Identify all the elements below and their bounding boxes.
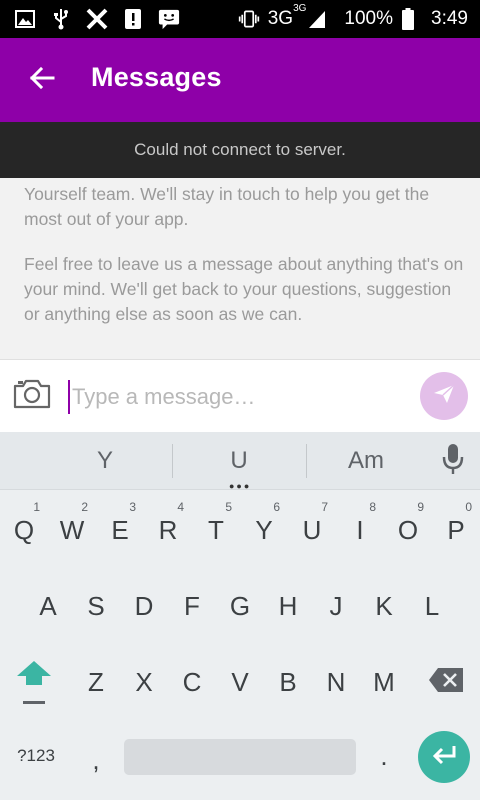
banner-text: Could not connect to server. bbox=[134, 140, 346, 159]
image-icon bbox=[14, 8, 36, 30]
vibrate-icon bbox=[238, 8, 260, 30]
key-label: U bbox=[302, 514, 322, 545]
suggestion-strip: Y U ●●● Am bbox=[0, 432, 480, 491]
welcome-message-paragraph: Feel free to leave us a message about an… bbox=[24, 254, 464, 324]
comma-key[interactable]: , bbox=[72, 724, 120, 796]
key-d[interactable]: D bbox=[120, 570, 168, 642]
key-hint: 4 bbox=[177, 500, 184, 514]
key-hint: 3 bbox=[129, 500, 136, 514]
key-s[interactable]: S bbox=[72, 570, 120, 642]
key-label: T bbox=[208, 514, 224, 545]
usb-icon bbox=[50, 8, 72, 30]
key-hint: 7 bbox=[321, 500, 328, 514]
key-p[interactable]: P0 bbox=[432, 494, 480, 566]
symbols-key[interactable]: ?123 bbox=[8, 720, 64, 792]
key-f[interactable]: F bbox=[168, 570, 216, 642]
key-h[interactable]: H bbox=[264, 570, 312, 642]
key-u[interactable]: U7 bbox=[288, 494, 336, 566]
enter-key[interactable] bbox=[418, 731, 470, 783]
battery-percent: 100% bbox=[344, 8, 394, 29]
notification-icons bbox=[14, 7, 180, 31]
shift-arrow-icon bbox=[16, 660, 52, 691]
key-l[interactable]: L bbox=[408, 570, 456, 642]
send-button[interactable] bbox=[420, 372, 468, 420]
more-suggestions-indicator: ●●● bbox=[229, 481, 252, 491]
key-t[interactable]: T5 bbox=[192, 494, 240, 566]
key-label: Q bbox=[13, 514, 35, 545]
x-icon bbox=[86, 8, 108, 30]
key-label: I bbox=[356, 514, 364, 545]
page-title: Messages bbox=[91, 62, 222, 92]
enter-arrow-icon bbox=[430, 744, 458, 771]
key-b[interactable]: B bbox=[264, 646, 312, 718]
key-v[interactable]: V bbox=[216, 646, 264, 718]
key-q[interactable]: Q1 bbox=[0, 494, 48, 566]
camera-icon bbox=[12, 379, 52, 414]
key-e[interactable]: E3 bbox=[96, 494, 144, 566]
key-hint: 8 bbox=[369, 500, 376, 514]
chat-icon bbox=[158, 8, 180, 30]
network-type: 3G3G bbox=[267, 2, 307, 29]
backspace-icon bbox=[428, 667, 464, 698]
caps-indicator bbox=[23, 701, 45, 704]
backspace-key[interactable] bbox=[422, 658, 470, 706]
key-g[interactable]: G bbox=[216, 570, 264, 642]
suggestion-divider bbox=[306, 444, 307, 478]
key-hint: 5 bbox=[225, 500, 232, 514]
key-m[interactable]: M bbox=[360, 646, 408, 718]
camera-button[interactable] bbox=[12, 378, 52, 412]
message-list[interactable]: Yourself team. We'll stay in touch to he… bbox=[0, 178, 480, 359]
alert-icon bbox=[122, 8, 144, 30]
period-key[interactable]: . bbox=[360, 720, 408, 792]
soft-keyboard: Y U ●●● Am Q1 W2 E3 R4 T5 Y6 U7 I8 O9 P0… bbox=[0, 432, 480, 800]
suggestion-item[interactable]: Am bbox=[308, 432, 424, 490]
key-o[interactable]: O9 bbox=[384, 494, 432, 566]
suggestion-item[interactable]: Y bbox=[40, 432, 170, 490]
key-hint: 6 bbox=[273, 500, 280, 514]
shift-key[interactable] bbox=[12, 654, 56, 710]
arrow-back-icon bbox=[29, 66, 55, 95]
system-status: 3G3G 100% 3:49 bbox=[238, 0, 468, 38]
suggestion-divider bbox=[172, 444, 173, 478]
message-composer bbox=[0, 359, 480, 432]
message-input[interactable] bbox=[68, 380, 398, 414]
signal-icon bbox=[306, 8, 328, 30]
clock: 3:49 bbox=[431, 8, 468, 29]
key-i[interactable]: I8 bbox=[336, 494, 384, 566]
space-key[interactable] bbox=[124, 739, 356, 775]
key-k[interactable]: K bbox=[360, 570, 408, 642]
key-hint: 2 bbox=[81, 500, 88, 514]
welcome-message-paragraph: Yourself team. We'll stay in touch to he… bbox=[24, 184, 430, 229]
key-w[interactable]: W2 bbox=[48, 494, 96, 566]
key-label: Y bbox=[255, 514, 273, 545]
battery-icon bbox=[401, 8, 415, 30]
key-n[interactable]: N bbox=[312, 646, 360, 718]
key-label: P bbox=[447, 514, 465, 545]
key-c[interactable]: C bbox=[168, 646, 216, 718]
key-r[interactable]: R4 bbox=[144, 494, 192, 566]
voice-input-button[interactable] bbox=[436, 443, 470, 480]
key-label: E bbox=[111, 514, 129, 545]
connection-error-banner: Could not connect to server. bbox=[0, 122, 480, 178]
status-bar: 3G3G 100% 3:49 bbox=[0, 0, 480, 38]
key-hint: 9 bbox=[417, 500, 424, 514]
key-hint: 0 bbox=[465, 500, 472, 514]
key-a[interactable]: A bbox=[24, 570, 72, 642]
key-y[interactable]: Y6 bbox=[240, 494, 288, 566]
key-hint: 1 bbox=[33, 500, 40, 514]
key-label: O bbox=[397, 514, 419, 545]
key-j[interactable]: J bbox=[312, 570, 360, 642]
key-label: R bbox=[158, 514, 178, 545]
key-x[interactable]: X bbox=[120, 646, 168, 718]
key-z[interactable]: Z bbox=[72, 646, 120, 718]
send-icon bbox=[432, 383, 456, 410]
app-bar: Messages bbox=[0, 38, 480, 122]
microphone-icon bbox=[442, 443, 464, 480]
key-label: W bbox=[59, 514, 85, 545]
back-button[interactable] bbox=[22, 60, 62, 100]
